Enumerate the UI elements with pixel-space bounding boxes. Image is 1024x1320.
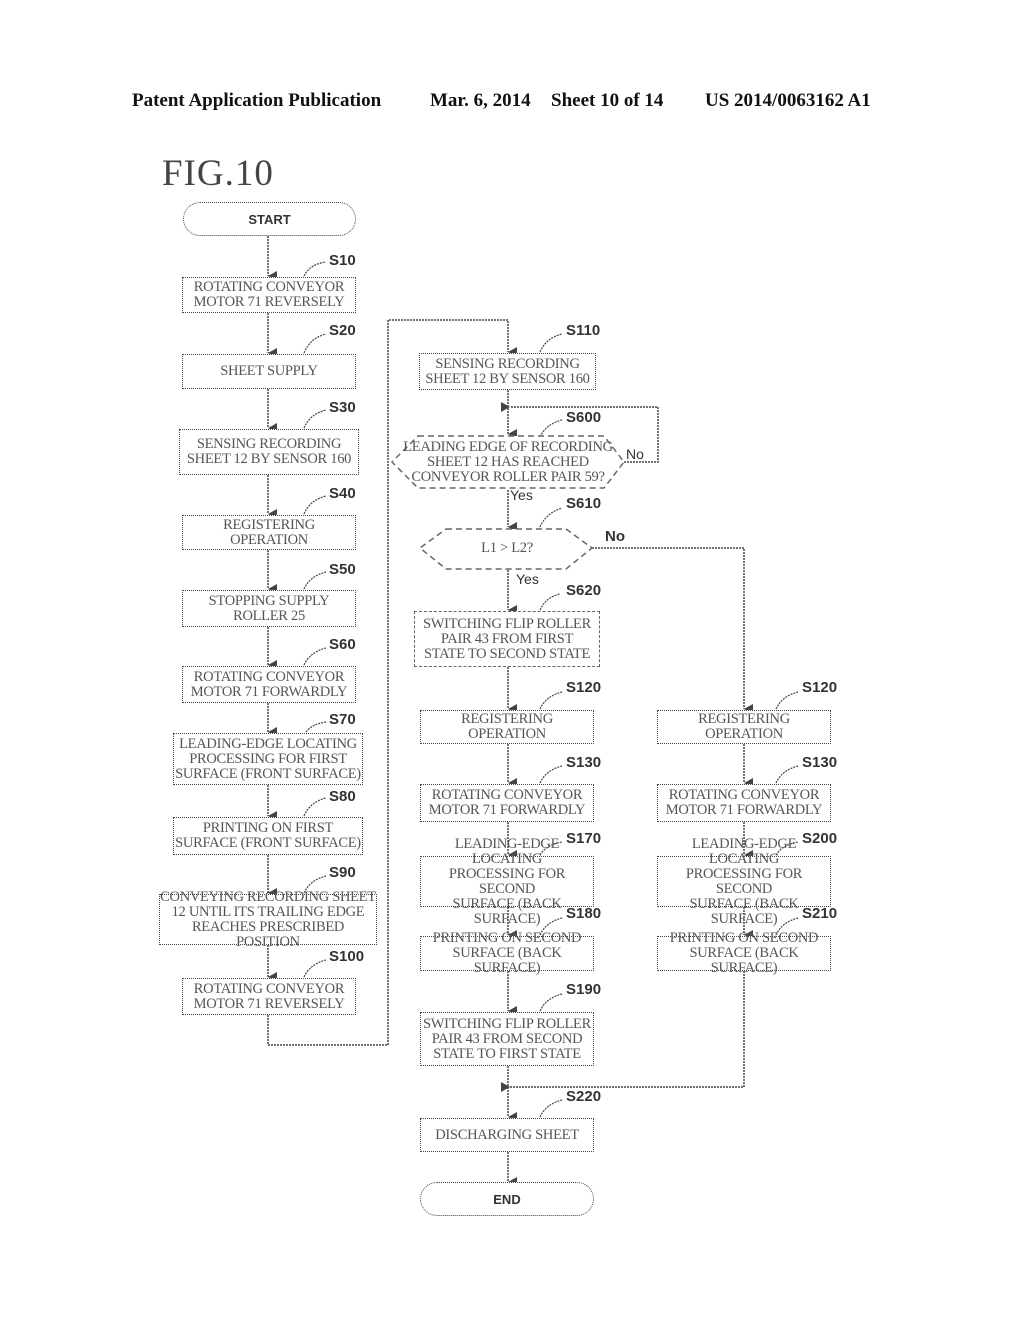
process-box-s10: ROTATING CONVEYOR MOTOR 71 REVERSELY (182, 277, 356, 313)
step-label: S50 (329, 561, 356, 578)
leader-curve (539, 419, 563, 438)
branch-label-yes: Yes (516, 571, 539, 587)
leader-curve (303, 571, 327, 590)
step-label: S120 (566, 679, 602, 696)
step-label: S180 (566, 905, 602, 922)
leader-curve (303, 797, 327, 817)
process-box-s50: STOPPING SUPPLY ROLLER 25 (182, 590, 356, 627)
leader-curve (305, 721, 327, 733)
process-box-s100: ROTATING CONVEYOR MOTOR 71 REVERSELY (182, 978, 356, 1015)
step-label: S120 (802, 679, 838, 696)
process-box-s190: SWITCHING FLIP ROLLER PAIR 43 FROM SECON… (420, 1012, 594, 1066)
branch-label-yes: Yes (510, 487, 533, 503)
process-box-s110: SENSING RECORDING SHEET 12 BY SENSOR 160 (419, 353, 596, 390)
process-box-s130: ROTATING CONVEYOR MOTOR 71 FORWARDLY (420, 784, 594, 822)
leader-curve (539, 507, 563, 528)
step-label: S610 (566, 495, 602, 512)
process-box-s180: PRINTING ON SECOND SURFACE (BACK SURFACE… (420, 931, 594, 976)
start-terminal: START (183, 202, 356, 236)
decision-text-s600: LEADING EDGE OF RECORDING SHEET 12 HAS R… (403, 439, 613, 485)
leader-curve (303, 959, 327, 978)
process-box-s120-alt: REGISTERING OPERATION (657, 710, 831, 744)
step-label: S90 (329, 864, 356, 881)
step-label: S10 (329, 252, 356, 269)
step-label: S130 (566, 754, 602, 771)
leader-curve (303, 333, 327, 354)
leader-curve (303, 495, 327, 515)
step-label: S220 (566, 1088, 602, 1105)
branch-label-no: No (605, 528, 625, 545)
step-label: S210 (802, 905, 838, 922)
leader-curve (539, 765, 563, 784)
process-box-s170: LEADING-EDGE LOCATING PROCESSING FOR SEC… (420, 836, 594, 926)
step-label: S70 (329, 711, 356, 728)
process-box-s120: REGISTERING OPERATION (420, 710, 594, 744)
step-label: S40 (329, 485, 356, 502)
step-label: S620 (566, 582, 602, 599)
leader-curve (775, 691, 799, 710)
process-box-s80: PRINTING ON FIRST SURFACE (FRONT SURFACE… (173, 817, 363, 855)
step-label: S80 (329, 788, 356, 805)
connector (592, 547, 753, 714)
leader-curve (539, 993, 563, 1012)
process-box-s130-alt: ROTATING CONVEYOR MOTOR 71 FORWARDLY (657, 784, 831, 822)
leader-curve (303, 261, 327, 277)
process-box-s210: PRINTING ON SECOND SURFACE (BACK SURFACE… (657, 931, 831, 976)
process-box-s90: CONVEYING RECORDING SHEET 12 UNTIL ITS T… (159, 888, 377, 950)
process-box-s60: ROTATING CONVEYOR MOTOR 71 FORWARDLY (182, 666, 356, 703)
process-box-s20: SHEET SUPPLY (182, 354, 356, 389)
process-box-s220: DISCHARGING SHEET (420, 1118, 594, 1152)
leader-curve (539, 691, 563, 710)
process-box-s620: SWITCHING FLIP ROLLER PAIR 43 FROM FIRST… (414, 611, 600, 667)
process-box-s200: LEADING-EDGE LOCATING PROCESSING FOR SEC… (657, 836, 831, 926)
leader-curve (303, 647, 327, 666)
leader-curve (539, 1099, 563, 1118)
step-label: S60 (329, 636, 356, 653)
process-box-s30: SENSING RECORDING SHEET 12 BY SENSOR 160 (179, 429, 359, 475)
step-label: S100 (329, 948, 365, 965)
step-label: S130 (802, 754, 838, 771)
leader-curve (539, 333, 563, 353)
leader-curve (539, 593, 561, 611)
step-label: S20 (329, 322, 356, 339)
leader-curve (775, 765, 799, 784)
leader-curve (303, 409, 327, 429)
branch-label-no: No (626, 446, 644, 462)
step-label: S110 (566, 322, 601, 339)
process-box-s40: REGISTERING OPERATION (182, 515, 356, 550)
end-terminal: END (420, 1182, 594, 1216)
step-label: S190 (566, 981, 602, 998)
decision-text-s610: L1 > L2? (481, 540, 533, 556)
step-label: S30 (329, 399, 356, 416)
process-box-s70: LEADING-EDGE LOCATING PROCESSING FOR FIR… (173, 733, 363, 785)
step-label: S600 (566, 409, 602, 426)
